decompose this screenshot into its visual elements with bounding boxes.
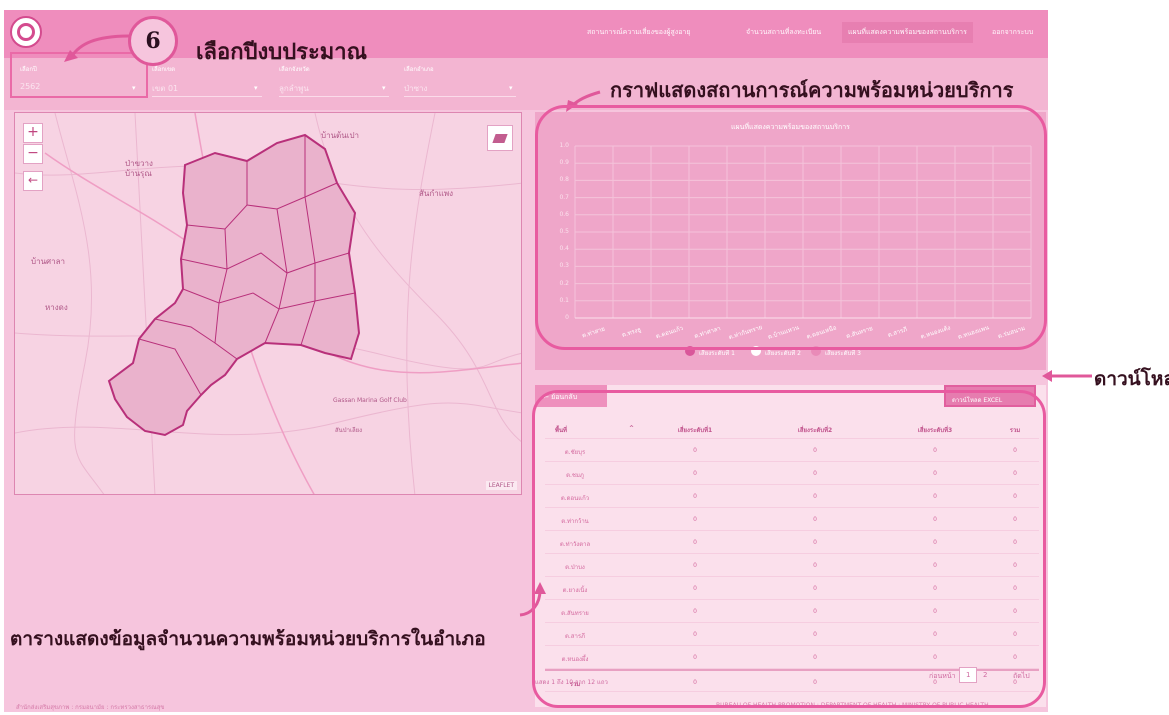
- map-place-label: สันป่าเลียง: [335, 427, 363, 434]
- year-filter-highlight: [10, 52, 148, 98]
- zoom-out-button[interactable]: −: [23, 144, 43, 164]
- nav-logout[interactable]: ออกจากระบบ: [992, 27, 1033, 38]
- department-logo[interactable]: [10, 16, 42, 48]
- map-place-label: บ้านรุณ: [125, 169, 152, 178]
- district-filter-value[interactable]: ป่าซาง: [404, 82, 427, 95]
- chevron-down-icon[interactable]: ▾: [509, 84, 513, 92]
- map-attribution[interactable]: LEAFLET: [485, 481, 517, 490]
- nav-readiness-map[interactable]: แผนที่แสดงความพร้อมของสถานบริการ: [842, 22, 973, 43]
- step-number-badge: 6: [128, 16, 178, 66]
- district-filter-underline: [404, 96, 516, 97]
- chart-highlight: [535, 105, 1047, 350]
- chart-callout: กราฟแสดงสถานการณ์ความพร้อมหน่วยบริการ: [610, 80, 1014, 102]
- layers-icon[interactable]: [487, 125, 513, 151]
- step-label: เลือกปีงบประมาณ: [196, 39, 368, 64]
- map-place-label: บ้านศาลา: [31, 257, 66, 266]
- table-highlight: [532, 390, 1046, 708]
- map-place-label: Gassan Marina Golf Club: [333, 397, 407, 404]
- map-canvas: [15, 113, 521, 494]
- nav-registered-places[interactable]: จำนวนสถานที่ลงทะเบียน: [746, 27, 821, 38]
- chevron-down-icon[interactable]: ▾: [254, 84, 258, 92]
- map-place-label: บ้านต้นเปา: [321, 131, 360, 140]
- zoom-in-button[interactable]: +: [23, 123, 43, 143]
- district-filter-label: เลือกอำเภอ: [404, 66, 434, 73]
- chevron-down-icon[interactable]: ▾: [382, 84, 386, 92]
- region-filter-value[interactable]: เขต 01: [152, 82, 178, 95]
- nav-risk-situation[interactable]: สถานการณ์ความเสี่ยงของผู้สูงอายุ: [587, 27, 690, 38]
- table-callout: ตารางแสดงข้อมูลจำนวนความพร้อมหน่วยบริการ…: [10, 629, 486, 650]
- footer-left: สำนักส่งเสริมสุขภาพ : กรมอนามัย : กระทรว…: [16, 704, 165, 711]
- district-map[interactable]: + − ← บ้านต้นเปา ป่าขวาง บ้านรุณ สันกำแพ…: [14, 112, 522, 495]
- download-callout: ดาวน์โหลด: [1094, 369, 1169, 390]
- province-filter-underline: [279, 96, 389, 97]
- map-place-label: สันกำแพง: [419, 189, 454, 198]
- province-filter-value[interactable]: ลูกลำพูน: [279, 82, 309, 95]
- district-boundary: [107, 133, 361, 437]
- map-back-button[interactable]: ←: [23, 171, 43, 191]
- map-place-label: หางดง: [45, 303, 68, 312]
- region-filter-underline: [152, 96, 262, 97]
